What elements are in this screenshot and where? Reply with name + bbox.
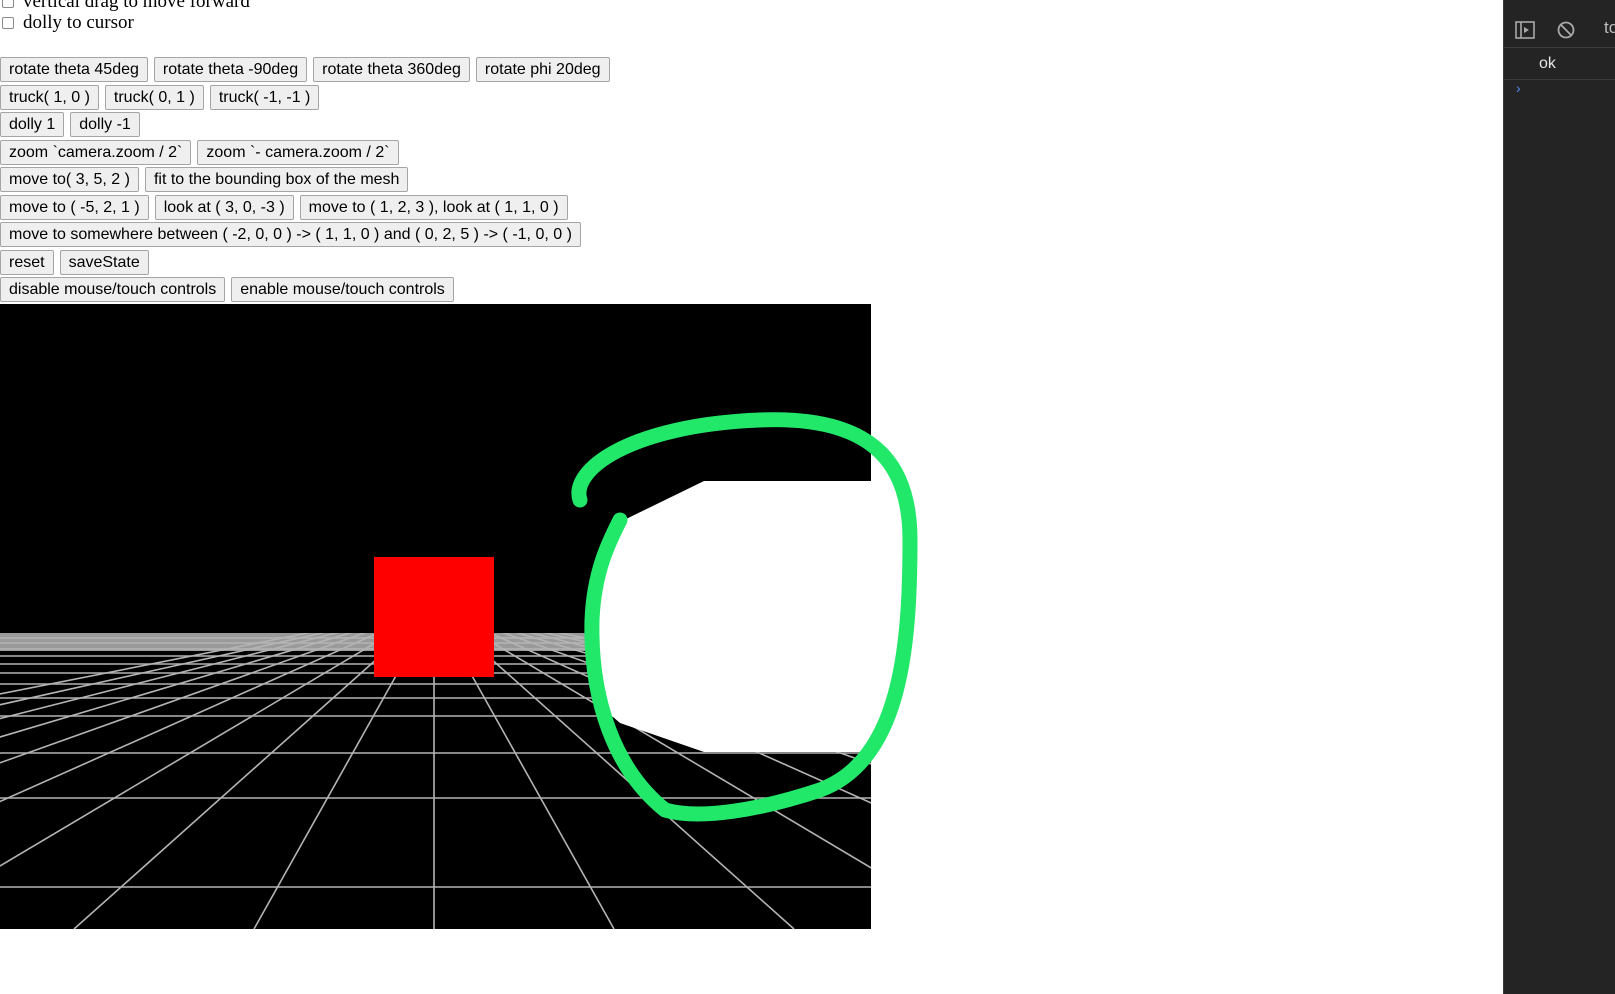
devtools-panel: to ok ›	[1503, 0, 1615, 994]
look-at-3-0-minus3-button[interactable]: look at ( 3, 0, -3 )	[154, 195, 294, 220]
move-to-3-5-2-button[interactable]: move to( 3, 5, 2 )	[0, 167, 139, 192]
dolly-minus1-button[interactable]: dolly -1	[70, 112, 140, 137]
state-buttons-row: reset saveState	[0, 250, 155, 275]
zoom-buttons-row: zoom `camera.zoom / 2` zoom `- camera.zo…	[0, 140, 405, 165]
move-to-look-at-button[interactable]: move to ( 1, 2, 3 ), look at ( 1, 1, 0 )	[299, 195, 568, 220]
red-cube	[374, 557, 494, 677]
zoom-in-button[interactable]: zoom `camera.zoom / 2`	[0, 140, 192, 165]
lerp-buttons-row: move to somewhere between ( -2, 0, 0 ) -…	[0, 222, 587, 247]
vertical-drag-checkbox[interactable]	[2, 0, 14, 8]
3d-viewport[interactable]	[0, 304, 871, 929]
zoom-out-button[interactable]: zoom `- camera.zoom / 2`	[197, 140, 399, 165]
enable-controls-button[interactable]: enable mouse/touch controls	[231, 277, 454, 302]
dolly-to-cursor-checkbox[interactable]	[2, 17, 14, 29]
dolly-1-button[interactable]: dolly 1	[0, 112, 65, 137]
rotate-theta-minus-90-button[interactable]: rotate theta -90deg	[153, 57, 308, 82]
truck-1-0-button[interactable]: truck( 1, 0 )	[0, 85, 99, 110]
move-to-between-button[interactable]: move to somewhere between ( -2, 0, 0 ) -…	[0, 222, 581, 247]
truck-0-1-button[interactable]: truck( 0, 1 )	[104, 85, 204, 110]
demo-page: vertical drag to move forward dolly to c…	[0, 0, 1503, 994]
dolly-buttons-row: dolly 1 dolly -1	[0, 112, 146, 137]
checkbox-row-dolly-to-cursor[interactable]: dolly to cursor	[0, 12, 134, 34]
disable-controls-button[interactable]: disable mouse/touch controls	[0, 277, 226, 302]
console-message-row: ok	[1504, 48, 1615, 80]
control-toggle-buttons-row: disable mouse/touch controls enable mous…	[0, 277, 460, 302]
white-object	[598, 481, 871, 752]
clear-console-icon[interactable]	[1555, 19, 1577, 41]
reset-button[interactable]: reset	[0, 250, 54, 275]
dolly-to-cursor-label: dolly to cursor	[23, 12, 134, 33]
rotate-theta-360-button[interactable]: rotate theta 360deg	[313, 57, 470, 82]
rotate-theta-45-button[interactable]: rotate theta 45deg	[0, 57, 148, 82]
rotate-phi-20-button[interactable]: rotate phi 20deg	[475, 57, 610, 82]
move-look-buttons-row: move to ( -5, 2, 1 ) look at ( 3, 0, -3 …	[0, 195, 574, 220]
save-state-button[interactable]: saveState	[59, 250, 149, 275]
move-fit-buttons-row: move to( 3, 5, 2 ) fit to the bounding b…	[0, 167, 414, 192]
toolbar-cut-label: to	[1604, 18, 1615, 37]
devtools-toolbar: to	[1504, 0, 1615, 48]
truck-buttons-row: truck( 1, 0 ) truck( 0, 1 ) truck( -1, -…	[0, 85, 325, 110]
sidebar-toggle-icon[interactable]	[1514, 19, 1536, 41]
console-message-text: ok	[1539, 55, 1556, 72]
move-to-minus5-2-1-button[interactable]: move to ( -5, 2, 1 )	[0, 195, 149, 220]
truck-minus1-minus1-button[interactable]: truck( -1, -1 )	[209, 85, 320, 110]
rotate-buttons-row: rotate theta 45deg rotate theta -90deg r…	[0, 57, 616, 82]
fit-to-bounding-box-button[interactable]: fit to the bounding box of the mesh	[144, 167, 409, 192]
console-prompt[interactable]: ›	[1516, 80, 1521, 96]
